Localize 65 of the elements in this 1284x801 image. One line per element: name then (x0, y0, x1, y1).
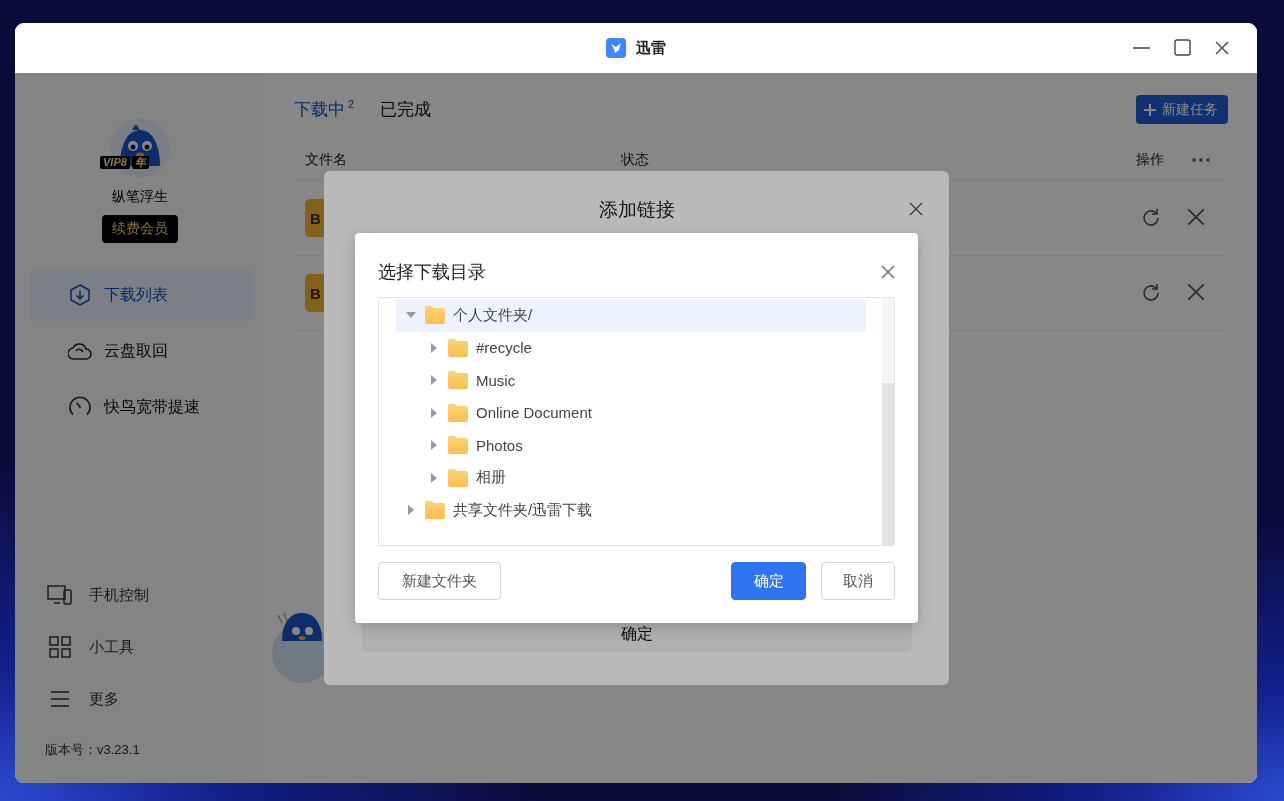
cloud-icon (68, 341, 92, 361)
folder-name: 共享文件夹/迅雷下载 (453, 500, 593, 520)
renew-button[interactable]: 续费会员 (102, 215, 178, 243)
column-header: 状态 (621, 151, 649, 169)
nav-item[interactable]: 下载列表 (30, 269, 253, 321)
tree-item[interactable]: Online Document (396, 396, 866, 429)
caret-right-icon[interactable] (406, 505, 416, 516)
refresh-icon[interactable] (1141, 283, 1161, 303)
confirm-button[interactable]: 确定 (731, 562, 806, 600)
nav-item[interactable]: 更多 (47, 673, 265, 725)
folder-icon (448, 403, 468, 422)
user-name: 纵笔浮生 (112, 188, 168, 206)
folder-name: 个人文件夹/ (453, 305, 533, 325)
new-task-button[interactable]: 新建任务 (1136, 95, 1228, 124)
plus-icon (1144, 103, 1156, 116)
nav-item[interactable]: 手机控制 (47, 569, 265, 621)
nav-item[interactable]: 小工具 (47, 621, 265, 673)
caret-right-icon[interactable] (429, 407, 439, 418)
close-icon[interactable] (1187, 283, 1205, 301)
download-icon (68, 283, 92, 307)
window-title: 迅雷 (636, 38, 666, 58)
column-header: 文件名 (305, 151, 347, 169)
nav-item[interactable]: 云盘取回 (30, 325, 253, 377)
tab[interactable]: 下载中 $^{2}$ (294, 98, 355, 121)
folder-icon (425, 306, 445, 325)
close-icon[interactable] (1215, 40, 1229, 55)
tree-item[interactable]: 个人文件夹/ (396, 299, 866, 332)
cancel-button[interactable]: 取消 (821, 562, 895, 600)
dialog-title: 选择下载目录 (378, 261, 486, 284)
folder-icon (448, 436, 468, 455)
dialog-title: 添加链接 (598, 198, 675, 222)
caret-right-icon[interactable] (429, 342, 439, 353)
folder-icon (425, 501, 445, 520)
close-icon[interactable] (881, 265, 895, 279)
more-icon[interactable] (1192, 158, 1210, 162)
caret-right-icon[interactable] (429, 375, 439, 386)
new-folder-button[interactable]: 新建文件夹 (378, 562, 501, 600)
tree-item[interactable]: 相册 (396, 461, 866, 494)
tree-item[interactable]: Photos (396, 429, 866, 462)
folder-name: 相册 (476, 468, 506, 488)
refresh-icon[interactable] (1141, 208, 1161, 228)
folder-icon (448, 338, 468, 357)
caret-right-icon[interactable] (429, 440, 439, 451)
folder-icon (448, 371, 468, 390)
folder-name: Music (476, 371, 516, 389)
tab[interactable]: 已完成 (380, 98, 432, 121)
tree-item[interactable]: Music (396, 364, 866, 397)
folder-name: Online Document (476, 404, 592, 422)
folder-name: #recycle (476, 339, 532, 357)
vip-label: VIP8 (100, 156, 130, 169)
tree-item[interactable]: 共享文件夹/迅雷下载 (396, 494, 866, 527)
nav-item[interactable]: 快鸟宽带提速 (30, 381, 253, 433)
version-label: 版本号：v3.23.1 (45, 741, 141, 759)
close-icon[interactable] (909, 202, 923, 216)
devices-icon (47, 585, 73, 605)
folder-icon (448, 468, 468, 487)
grid-icon (47, 636, 73, 658)
caret-right-icon[interactable] (429, 472, 439, 483)
column-header: 操作 (1136, 151, 1164, 169)
close-icon[interactable] (1187, 208, 1205, 226)
app-logo-icon (606, 38, 626, 58)
tree-item[interactable]: #recycle (396, 331, 866, 364)
maximize-icon[interactable] (1174, 39, 1191, 56)
scrollbar[interactable] (882, 298, 894, 545)
folder-name: Photos (476, 436, 523, 454)
